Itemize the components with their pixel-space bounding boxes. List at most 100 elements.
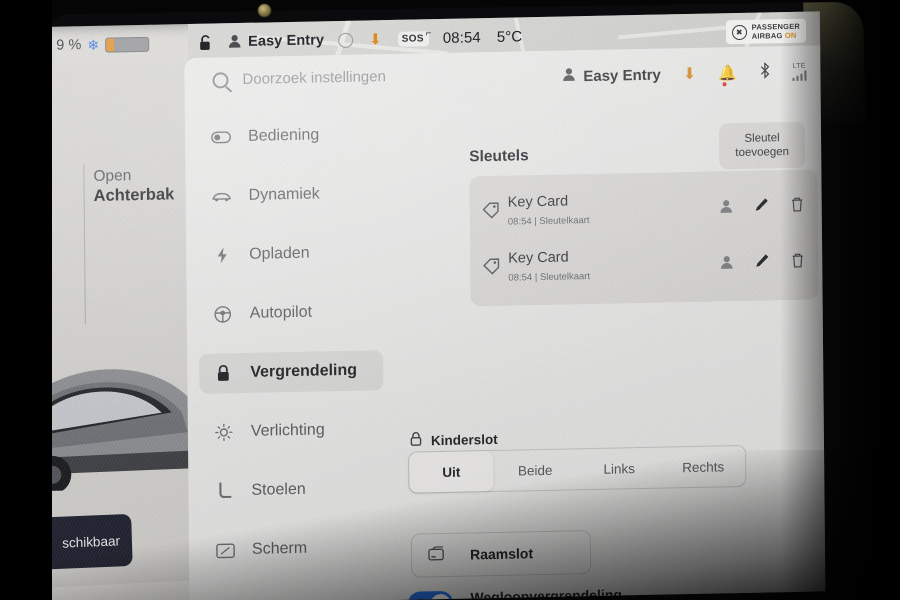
car-icon [212, 190, 232, 202]
add-key-button[interactable]: Sleutel toevoegen [718, 121, 806, 170]
sidebar-item-label: Bediening [247, 126, 320, 145]
profile-button[interactable]: Easy Entry [562, 65, 661, 86]
person-icon[interactable] [720, 199, 733, 216]
settings-panel: Doorzoek instellingen Easy Entry ⬇ 🔔 LTE… [184, 45, 826, 600]
key-meta: 08:54 | Sleutelkaart [508, 271, 591, 284]
airbag-text: PASSENGER AIRBAG ON [752, 22, 801, 41]
temperature-label: 5°C [496, 27, 523, 46]
status-bar-items: Easy Entry ⬇ SOS ⌐ 08:54 5°C [188, 17, 523, 62]
driver-profile-button[interactable]: Easy Entry [228, 32, 324, 51]
sidebar-item-label: Scherm [251, 539, 308, 558]
callout-line [83, 164, 86, 325]
sidebar-item-label: Verlichting [250, 421, 325, 440]
settings-content-locks: Sleutels Sleutel toevoegen Key Card 08:5… [393, 105, 826, 600]
settings-header-icons: Easy Entry ⬇ 🔔 LTE [562, 61, 807, 87]
sidebar-item-label: Vergrendeling [250, 361, 358, 381]
bluetooth-icon[interactable] [759, 61, 770, 82]
sidebar-item-label: Stoelen [251, 480, 306, 499]
seat-icon [214, 482, 234, 500]
profile-label: Easy Entry [583, 66, 661, 85]
pencil-icon[interactable] [755, 197, 769, 215]
trash-icon[interactable] [791, 253, 804, 271]
child-lock-option-beide[interactable]: Beide [493, 449, 577, 491]
key-meta: 08:54 | Sleutelkaart [507, 215, 590, 228]
key-info: Key Card 08:54 | Sleutelkaart [508, 189, 720, 229]
add-key-line2: toevoegen [735, 145, 790, 160]
battery-gauge-icon [105, 36, 150, 53]
key-list-item[interactable]: Key Card 08:54 | Sleutelkaart [470, 177, 818, 240]
sidebar-item-label: Opladen [249, 244, 310, 263]
search-icon [212, 71, 229, 89]
airbag-line2: AIRBAG [751, 31, 783, 41]
sidebar-item-stoelen[interactable]: Stoelen [200, 468, 384, 512]
sos-label: SOS [401, 32, 424, 45]
sidebar-item-verlichting[interactable]: Verlichting [200, 409, 384, 453]
trunk-callout[interactable]: Open Achterbak [93, 165, 174, 206]
keys-section-header: Sleutels Sleutel toevoegen [393, 105, 821, 172]
sidebar-item-autopilot[interactable]: Autopilot [199, 291, 383, 335]
steering-mode-icon[interactable] [338, 32, 354, 48]
steering-wheel-icon [213, 305, 233, 323]
photo-dark-edge-left [0, 0, 52, 600]
lte-label: LTE [792, 62, 806, 70]
unlocked-padlock-icon[interactable] [194, 33, 216, 51]
sidebar-item-scherm[interactable]: Scherm [201, 527, 385, 571]
sidebar-item-label: Autopilot [249, 303, 313, 322]
trunk-action-label: Open [93, 167, 132, 185]
child-lock-segmented-control: Uit Beide Links Rechts [408, 444, 747, 494]
person-icon[interactable] [720, 255, 733, 272]
passenger-airbag-indicator: ✖ PASSENGER AIRBAG ON [725, 18, 807, 45]
signal-bars-icon: LTE [791, 62, 807, 81]
child-lock-option-uit[interactable]: Uit [409, 450, 494, 493]
key-tag-icon [482, 200, 508, 225]
keys-list: Key Card 08:54 | Sleutelkaart Key Card 0… [469, 169, 819, 307]
child-lock-icon [410, 431, 422, 449]
sidebar-item-opladen[interactable]: Opladen [198, 232, 382, 276]
snowflake-icon: ❄ [87, 36, 100, 54]
person-icon [562, 67, 575, 86]
walkaway-lock-toggle[interactable] [407, 590, 454, 600]
airbag-icon: ✖ [731, 24, 747, 40]
window-lock-icon [428, 546, 444, 564]
window-lock-button[interactable]: Raamslot [410, 530, 592, 578]
display-icon [215, 542, 235, 558]
bolt-icon [212, 246, 232, 264]
sidebar-item-planning[interactable]: Planning [201, 586, 385, 600]
window-lock-label: Raamslot [469, 545, 534, 563]
key-info: Key Card 08:54 | Sleutelkaart [508, 245, 720, 285]
clock-label: 08:54 [442, 28, 481, 47]
sos-signal-arc: ⌐ [425, 27, 432, 39]
key-actions [720, 253, 804, 273]
lens-flare-spot [258, 4, 271, 17]
sidebar-item-bediening[interactable]: Bediening [197, 114, 381, 158]
availability-tooltip: schikbaar [40, 513, 133, 572]
settings-sidebar: Bediening Dynamiek Opladen Autopilot Ver… [185, 114, 398, 600]
driver-profile-label: Easy Entry [248, 32, 325, 50]
search-input[interactable]: Doorzoek instellingen [212, 68, 386, 89]
brightness-icon [214, 423, 234, 442]
pencil-icon[interactable] [755, 253, 769, 271]
bell-icon[interactable]: 🔔 [718, 64, 737, 87]
key-name: Key Card [508, 249, 569, 267]
sos-button[interactable]: SOS ⌐ [397, 27, 432, 47]
person-icon [228, 33, 241, 50]
battery-percent-label: 9 % [56, 37, 82, 54]
sidebar-item-dynamiek[interactable]: Dynamiek [197, 173, 381, 217]
child-lock-title: Kinderslot [430, 431, 498, 448]
availability-tooltip-text: schikbaar [61, 532, 121, 551]
child-lock-option-links[interactable]: Links [577, 448, 661, 490]
child-lock-option-rechts[interactable]: Rechts [661, 446, 745, 488]
keys-section-title: Sleutels [469, 147, 529, 166]
notification-dot [722, 82, 727, 87]
battery-status-group: 9 % ❄ [40, 35, 188, 54]
toggle-switch-icon [211, 131, 231, 144]
trash-icon[interactable] [791, 197, 804, 215]
software-download-icon[interactable]: ⬇ [369, 30, 382, 48]
sidebar-item-vergrendeling[interactable]: Vergrendeling [199, 350, 384, 394]
key-list-item[interactable]: Key Card 08:54 | Sleutelkaart [470, 233, 818, 296]
download-icon[interactable]: ⬇ [683, 64, 697, 84]
add-key-line1: Sleutel [744, 132, 780, 145]
key-tag-icon [482, 256, 508, 281]
airbag-state: ON [784, 30, 797, 41]
touchscreen-display: 9 % ❄ Easy Entry ⬇ SOS ⌐ 08:54 5°C ✖ PAS… [40, 11, 826, 600]
